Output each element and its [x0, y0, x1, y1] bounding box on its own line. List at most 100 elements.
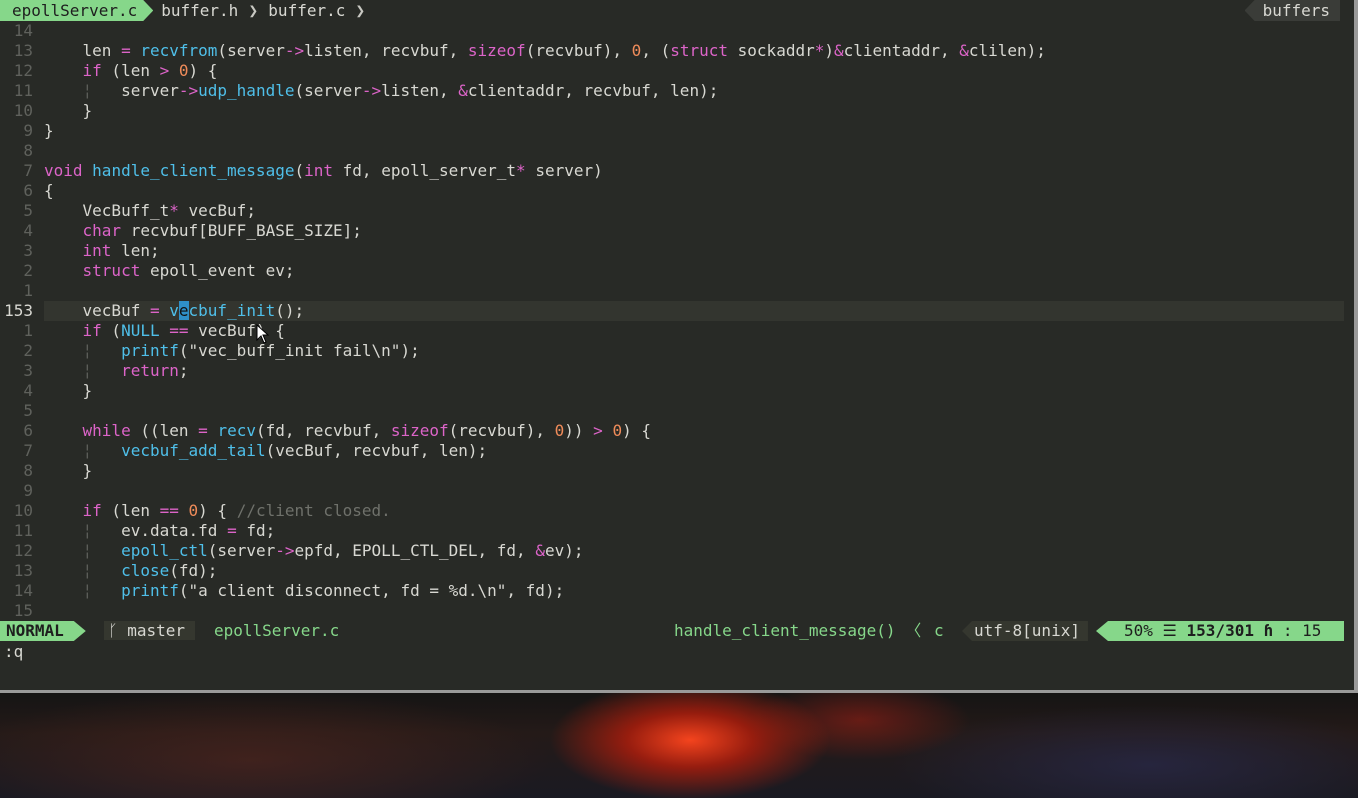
code-text[interactable]: [44, 141, 1344, 161]
code-text[interactable]: ¦ printf("a client disconnect, fd = %d.\…: [44, 581, 1344, 601]
code-line[interactable]: 4 }: [0, 381, 1354, 401]
line-number: 15: [13, 601, 33, 620]
line-number: 12: [13, 541, 33, 560]
line-number: 2: [23, 261, 33, 280]
code-line[interactable]: 2 struct epoll_event ev;: [0, 261, 1354, 281]
tab-epollserver-c[interactable]: epollServer.c: [0, 0, 153, 21]
code-line[interactable]: 11 ¦ ev.data.fd = fd;: [0, 521, 1354, 541]
code-line[interactable]: 13 ¦ close(fd);: [0, 561, 1354, 581]
code-line[interactable]: 10 if (len == 0) { //client closed.: [0, 501, 1354, 521]
code-text[interactable]: {: [44, 181, 1344, 201]
code-line[interactable]: 8 }: [0, 461, 1354, 481]
command-line[interactable]: :q: [4, 642, 23, 662]
line-number: 10: [13, 101, 33, 120]
code-line[interactable]: 13 len = recvfrom(server->listen, recvbu…: [0, 41, 1354, 61]
git-branch-icon: ᚴ: [108, 621, 128, 640]
code-line[interactable]: 14 ¦ printf("a client disconnect, fd = %…: [0, 581, 1354, 601]
line-number: 153: [4, 301, 33, 320]
code-text[interactable]: ¦ return;: [44, 361, 1344, 381]
line-number: 9: [23, 121, 33, 140]
code-text[interactable]: ¦ vecbuf_add_tail(vecBuf, recvbuf, len);: [44, 441, 1344, 461]
line-number: 3: [23, 241, 33, 260]
line-number: 13: [13, 41, 33, 60]
code-text[interactable]: if (NULL == vecBuf) {: [44, 321, 1344, 341]
mode-indicator: NORMAL: [0, 621, 86, 641]
code-line[interactable]: 3 int len;: [0, 241, 1354, 261]
code-text[interactable]: [44, 281, 1344, 301]
code-line[interactable]: 3 ¦ return;: [0, 361, 1354, 381]
code-text[interactable]: }: [44, 101, 1344, 121]
column-icon: ɦ: [1263, 621, 1274, 640]
current-function: handle_client_message() 〈: [674, 621, 922, 640]
code-text[interactable]: [44, 21, 1344, 41]
code-line[interactable]: 6 while ((len = recv(fd, recvbuf, sizeof…: [0, 421, 1354, 441]
line-number: 2: [23, 341, 33, 360]
code-line[interactable]: 5 VecBuff_t* vecBuf;: [0, 201, 1354, 221]
code-text[interactable]: }: [44, 381, 1344, 401]
code-text[interactable]: vecBuf = vecbuf_init();: [44, 301, 1344, 321]
line-number: 13: [13, 561, 33, 580]
code-text[interactable]: while ((len = recv(fd, recvbuf, sizeof(r…: [44, 421, 1344, 441]
tab-buffer-h[interactable]: buffer.h: [153, 0, 246, 21]
filetype: c: [934, 621, 944, 640]
line-number: 14: [13, 581, 33, 600]
code-line[interactable]: 7 ¦ vecbuf_add_tail(vecBuf, recvbuf, len…: [0, 441, 1354, 461]
status-filename: epollServer.c: [214, 621, 340, 640]
code-text[interactable]: }: [44, 121, 1344, 141]
code-line[interactable]: 10 }: [0, 101, 1354, 121]
code-text[interactable]: char recvbuf[BUFF_BASE_SIZE];: [44, 221, 1344, 241]
code-line[interactable]: 7 void handle_client_message(int fd, epol…: [0, 161, 1354, 181]
code-text[interactable]: if (len > 0) {: [44, 61, 1344, 81]
code-text[interactable]: int len;: [44, 241, 1344, 261]
code-line[interactable]: 2 ¦ printf("vec_buff_init fail\n");: [0, 341, 1354, 361]
buffers-label[interactable]: buffers: [1244, 0, 1340, 21]
cursor-position: 50% ☰ 153/301 ɦ : 15: [1096, 621, 1344, 641]
code-text[interactable]: VecBuff_t* vecBuf;: [44, 201, 1344, 221]
line-number: 6: [23, 181, 33, 200]
tab-separator-icon: ❯: [355, 1, 366, 20]
lines-icon: ☰: [1162, 621, 1177, 640]
line-number: 8: [23, 141, 33, 160]
code-text[interactable]: [44, 401, 1344, 421]
code-text[interactable]: len = recvfrom(server->listen, recvbuf, …: [44, 41, 1344, 61]
code-text[interactable]: }: [44, 461, 1344, 481]
line-number: 1: [23, 321, 33, 340]
tab-buffer-c[interactable]: buffer.c: [260, 0, 353, 21]
code-text[interactable]: if (len == 0) { //client closed.: [44, 501, 1344, 521]
code-line[interactable]: 5: [0, 401, 1354, 421]
mouse-cursor-icon: [256, 324, 270, 344]
code-text[interactable]: ¦ ev.data.fd = fd;: [44, 521, 1344, 541]
code-text[interactable]: struct epoll_event ev;: [44, 261, 1344, 281]
code-text[interactable]: ¦ epoll_ctl(server->epfd, EPOLL_CTL_DEL,…: [44, 541, 1344, 561]
line-number: 8: [23, 461, 33, 480]
branch-name: master: [127, 621, 186, 640]
line-number: 7: [23, 161, 33, 180]
tab-separator-icon: ❯: [248, 1, 259, 20]
code-line[interactable]: 9}: [0, 121, 1354, 141]
code-line[interactable]: 8: [0, 141, 1354, 161]
code-text[interactable]: ¦ server->udp_handle(server->listen, &cl…: [44, 81, 1344, 101]
code-line[interactable]: 4 char recvbuf[BUFF_BASE_SIZE];: [0, 221, 1354, 241]
code-text[interactable]: ¦ close(fd);: [44, 561, 1344, 581]
code-text[interactable]: [44, 481, 1344, 501]
terminal-window[interactable]: epollServer.c buffer.h ❯ buffer.c ❯ buff…: [0, 0, 1358, 693]
code-line-current[interactable]: 153 vecBuf = vecbuf_init();: [0, 301, 1354, 321]
code-text[interactable]: [44, 601, 1344, 621]
git-branch: ᚴ master: [104, 621, 196, 641]
code-line[interactable]: 1: [0, 281, 1354, 301]
code-line[interactable]: 6{: [0, 181, 1354, 201]
code-editor[interactable]: 14 13 len = recvfrom(server->listen, recv…: [0, 21, 1354, 621]
code-text[interactable]: void handle_client_message(int fd, epoll…: [44, 161, 1344, 181]
code-line[interactable]: 12 if (len > 0) {: [0, 61, 1354, 81]
line-number: 11: [13, 521, 33, 540]
code-line[interactable]: 14: [0, 21, 1354, 41]
code-line[interactable]: 12 ¦ epoll_ctl(server->epfd, EPOLL_CTL_D…: [0, 541, 1354, 561]
tabline: epollServer.c buffer.h ❯ buffer.c ❯ buff…: [0, 0, 1354, 21]
line-number: 4: [23, 381, 33, 400]
code-line[interactable]: 9: [0, 481, 1354, 501]
code-line[interactable]: 1 if (NULL == vecBuf) {: [0, 321, 1354, 341]
code-line[interactable]: 15: [0, 601, 1354, 621]
code-text[interactable]: ¦ printf("vec_buff_init fail\n");: [44, 341, 1344, 361]
line-number: 12: [13, 61, 33, 80]
code-line[interactable]: 11 ¦ server->udp_handle(server->listen, …: [0, 81, 1354, 101]
